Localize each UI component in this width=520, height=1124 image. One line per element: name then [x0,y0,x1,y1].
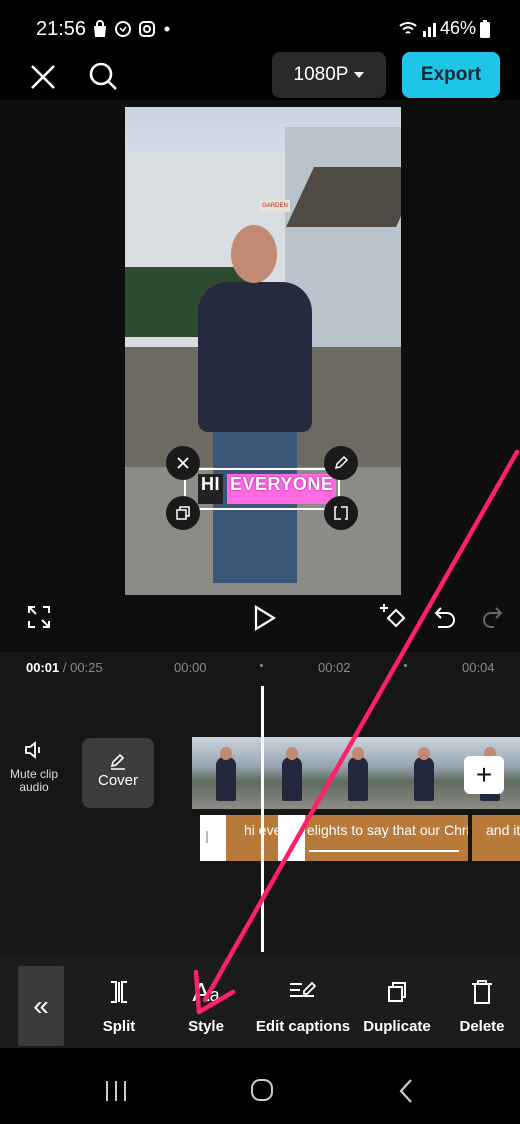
signal-icon [422,22,436,37]
close-icon [31,65,55,89]
total-time: / 00:25 [62,660,103,675]
timecode: 00:01 / 00:25 [26,660,103,675]
play-button[interactable] [252,604,278,632]
resolution-dropdown[interactable]: 1080P [272,52,386,98]
timeline-tick: 00:02 [318,660,351,675]
caption-copy-handle[interactable] [166,496,200,530]
split-icon [111,981,127,1003]
resolution-label: 1080P [293,64,349,85]
text-style-icon: Aa [192,976,220,1007]
mute-clip-audio-label: Mute clip audio [9,767,59,794]
timeline-tick-dot [260,664,263,667]
current-time: 00:01 [26,660,60,675]
edit-captions-button[interactable]: Edit captions [250,974,356,1035]
recent-apps-icon [106,1081,126,1101]
instagram-icon [139,21,155,37]
speaker-icon [25,741,40,759]
cover-label: Cover [97,772,138,789]
style-label: Style [188,1018,224,1035]
dot-icon [164,26,170,32]
wifi-icon [399,21,417,34]
caption-delete-handle[interactable] [166,446,200,480]
caption-clip-text: elights to say that our Chri [307,822,468,838]
building-sign: GARDEN [260,200,290,212]
timeline-tick: 00:00 [174,660,207,675]
battery-percent: 46% [439,18,476,38]
home-button[interactable] [250,1078,274,1107]
status-bar: 21:56 46% [0,0,520,58]
notification-icons [92,20,172,38]
cover-button[interactable]: Cover [82,738,154,808]
keyframe-button[interactable] [378,602,410,632]
person [198,282,312,432]
duplicate-icon [388,982,406,1002]
caption-clip[interactable]: and it [472,815,520,861]
delete-icon [472,980,492,1004]
pencil-icon [110,753,125,770]
export-button[interactable]: Export [402,52,500,98]
double-chevron-left-icon: « [33,990,49,1021]
video-thumbnail [258,737,324,809]
undo-button[interactable] [432,604,458,630]
playhead[interactable] [261,686,264,952]
caption-word: HI [198,474,223,504]
resize-icon [334,506,348,520]
status-time: 21:56 [36,18,87,40]
redo-button[interactable] [482,604,504,630]
edit-captions-label: Edit captions [255,1018,351,1035]
delete-label: Delete [459,1018,505,1035]
edit-captions-icon [290,981,317,997]
delete-button[interactable]: Delete [432,974,520,1035]
plus-icon: + [475,759,493,790]
play-icon [254,605,277,631]
battery-icon [480,19,490,38]
add-clip-button[interactable]: + [464,756,504,794]
whatsapp-icon [115,21,131,37]
caret-down-icon [354,72,365,78]
split-label: Split [102,1018,136,1035]
caption-clip[interactable]: elights to say that our Chri [305,815,468,861]
video-thumbnail [390,737,456,809]
collapse-button[interactable]: « [18,966,64,1046]
caption-edit-handle[interactable] [324,446,358,480]
caption-overlay[interactable]: HI EVERYONE [198,474,337,504]
home-icon [251,1079,273,1101]
mute-clip-audio-button[interactable]: Mute clip audio [4,740,64,794]
search-button[interactable] [86,60,120,94]
shopping-bag-icon [94,20,106,37]
caption-clip-text: and it [486,822,520,838]
pencil-icon [334,455,349,470]
caption-track[interactable]: hi ever elights to say that our Chri and… [200,815,520,861]
undo-icon [434,607,455,628]
video-thumbnail [192,737,258,809]
fullscreen-button[interactable] [26,604,52,630]
redo-icon [483,607,503,628]
video-thumbnail [324,737,390,809]
split-button[interactable]: Split [69,974,169,1035]
close-icon [177,457,189,469]
recent-apps-button[interactable] [104,1080,128,1107]
keyframe-add-icon [380,604,406,628]
close-button[interactable] [26,60,60,94]
back-icon [399,1079,412,1103]
fullscreen-icon [28,606,50,628]
timeline-tick-dot [404,664,407,667]
video-preview[interactable]: GARDEN [125,107,401,595]
caption-scale-handle[interactable] [324,496,358,530]
caption-word-highlighted: EVERYONE [227,474,337,504]
style-button[interactable]: Aa Style [156,974,256,1036]
caption-clip-text: hi ever [244,822,287,838]
copy-icon [176,506,190,520]
caption-clip-selected[interactable]: hi ever [200,815,305,861]
timeline-tick: 00:04 [462,660,495,675]
back-button[interactable] [398,1078,414,1109]
search-icon [89,62,117,90]
